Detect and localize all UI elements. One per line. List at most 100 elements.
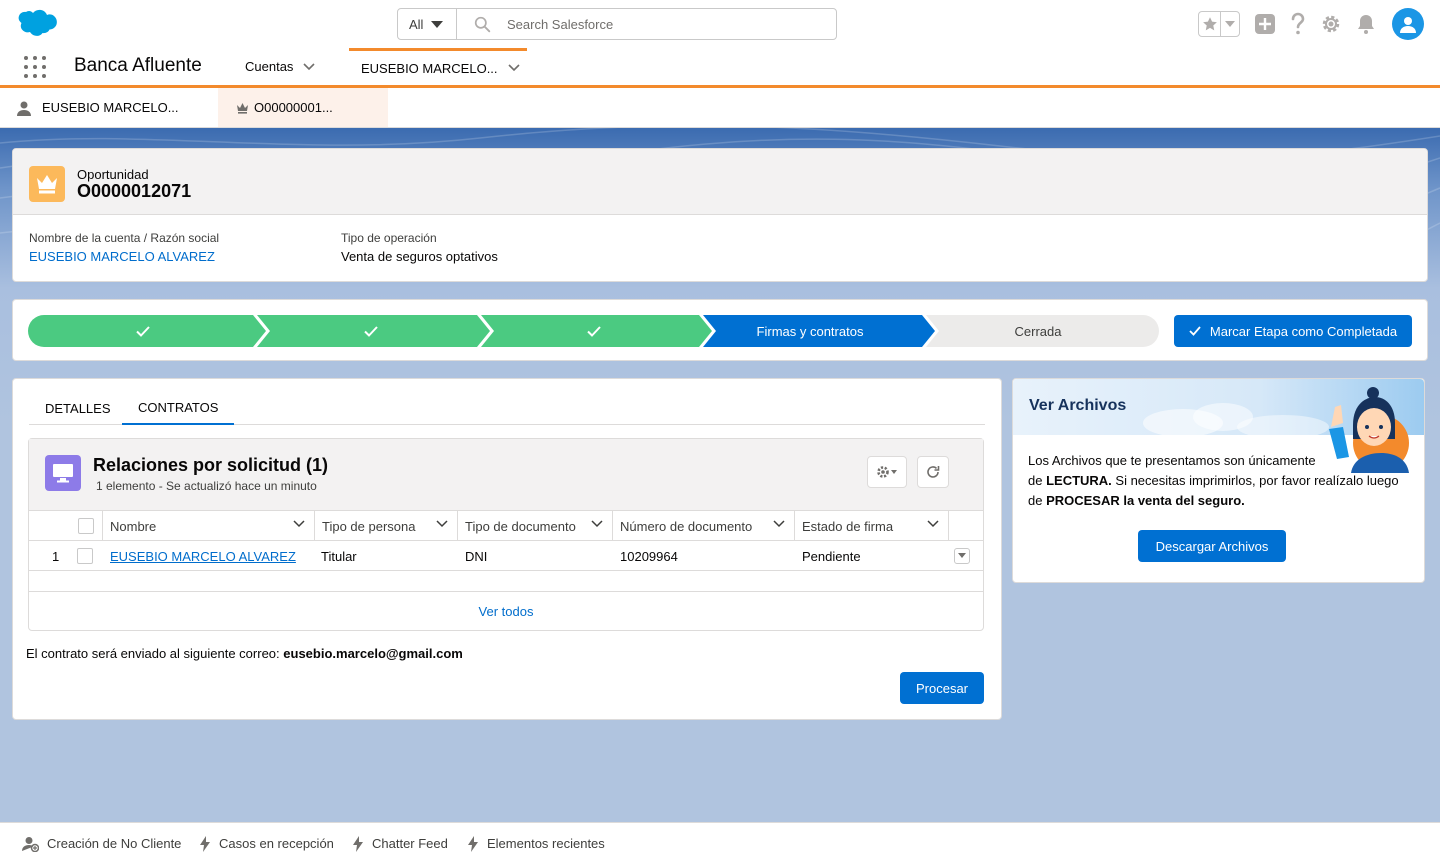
related-list-header: Relaciones por solicitud (1) 1 elemento … [29,439,983,511]
column-header-numero-documento[interactable]: Número de documento [613,511,795,541]
ver-archivos-title: Ver Archivos [1029,397,1127,414]
column-header-estado-firma[interactable]: Estado de firma [795,511,949,541]
nav-item-cuentas[interactable]: Cuentas [245,48,315,85]
person-icon [17,101,31,116]
tab-contratos[interactable]: CONTRATOS [122,391,235,425]
help-icon[interactable] [1286,12,1310,36]
descargar-archivos-button[interactable]: Descargar Archivos [1138,530,1286,562]
email-prefix: El contrato será enviado al siguiente co… [26,646,280,661]
check-icon [587,325,601,337]
highlights-header: Oportunidad O0000012071 [13,149,1427,215]
side-text-line1: Los Archivos que te presentamos son únic… [1028,453,1316,468]
path-step-3-complete[interactable] [483,315,705,347]
cell-tipo-documento: DNI [465,548,488,564]
path-step-2-complete[interactable] [258,315,483,347]
chevron-down-icon[interactable] [927,520,939,528]
path-step-1-complete[interactable] [28,315,258,347]
row-actions-menu[interactable] [954,548,970,564]
related-list-relaciones: Relaciones por solicitud (1) 1 elemento … [28,438,984,631]
account-link[interactable]: EUSEBIO MARCELO ALVAREZ [29,249,215,264]
mark-stage-complete-button[interactable]: Marcar Etapa como Completada [1174,315,1412,347]
chevron-down-icon[interactable] [293,520,305,528]
column-header-tipo-documento[interactable]: Tipo de documento [458,511,613,541]
select-all-checkbox[interactable] [69,511,103,541]
star-icon[interactable] [1199,12,1221,36]
contract-email-line: El contrato será enviado al siguiente co… [26,646,463,661]
chevron-down-icon [958,553,966,558]
tab-detalles[interactable]: DETALLES [45,391,111,425]
utility-bar: Creación de No Cliente Casos en recepció… [0,822,1440,863]
refresh-button[interactable] [917,456,949,488]
chevron-down-icon[interactable] [591,520,603,528]
procesar-button[interactable]: Procesar [900,672,984,704]
chevron-down-icon[interactable] [507,64,520,72]
related-list-subtitle: 1 elemento - Se actualizó hace un minuto [96,479,317,493]
path-step-current[interactable]: Firmas y contratos [705,315,915,347]
object-type-label: Oportunidad [77,167,149,182]
app-launcher-icon[interactable] [24,56,46,78]
utility-item-elementos-recientes[interactable]: Elementos recientes [467,823,605,863]
refresh-icon [927,466,940,478]
side-text-lectura: LECTURA. [1046,473,1112,488]
global-search: All Search Salesforce [397,8,837,40]
utility-item-label: Elementos recientes [487,836,605,851]
check-icon [363,325,378,337]
record-tabs: DETALLES CONTRATOS [29,391,985,425]
chevron-down-icon[interactable] [436,520,448,528]
utility-item-label: Creación de No Cliente [47,836,182,851]
record-name: O0000012071 [77,181,192,201]
subtab-opportunity[interactable]: O00000001... [218,88,388,127]
ver-archivos-text: Los Archivos que te presentamos son únic… [1028,451,1418,511]
main-tabs-card: DETALLES CONTRATOS Relaciones por solici… [12,378,1002,720]
nav-item-label: EUSEBIO MARCELO... [361,60,498,76]
chevron-down-icon [431,20,444,28]
subtab-account[interactable]: EUSEBIO MARCELO... [0,88,218,127]
ver-archivos-panel: Ver Archivos Los Archivos que te present… [1012,378,1425,583]
utility-item-casos-recepcion[interactable]: Casos en recepción [199,823,334,863]
chevron-down-icon[interactable] [303,62,315,71]
favorites-button[interactable] [1198,11,1240,37]
side-text-line2c: Si necesitas imprimirlos, por favor real… [1111,473,1399,488]
field-label-account: Nombre de la cuenta / Razón social [29,231,220,245]
table-row: 1 EUSEBIO MARCELO ALVAREZ Titular DNI 10… [29,541,983,571]
cell-estado-firma: Pendiente [802,548,861,564]
sales-path: Firmas y contratos Cerrada Marcar Etapa … [12,299,1428,361]
search-input[interactable]: Search Salesforce [457,9,836,39]
salesforce-logo[interactable] [16,9,58,39]
gear-icon[interactable] [1319,12,1343,36]
lightning-icon [200,835,210,852]
utility-item-chatter-feed[interactable]: Chatter Feed [352,823,448,863]
column-label: Número de documento [620,518,753,534]
utility-item-label: Chatter Feed [372,836,448,851]
utility-item-label: Casos en recepción [219,836,334,851]
user-avatar[interactable] [1392,8,1424,40]
view-all-link[interactable]: Ver todos [29,591,983,631]
list-settings-button[interactable] [867,456,907,488]
chevron-down-icon[interactable] [1221,12,1239,36]
path-step-cerrada[interactable]: Cerrada [933,315,1143,347]
gear-icon [877,466,897,478]
check-icon [1189,326,1201,336]
subtab-label: EUSEBIO MARCELO... [42,100,179,115]
mark-stage-complete-label: Marcar Etapa como Completada [1209,323,1398,339]
side-text-procesar: PROCESAR la venta del seguro. [1046,493,1245,508]
notification-bell-icon[interactable] [1354,12,1378,36]
ver-archivos-header: Ver Archivos [1013,379,1424,473]
opportunity-crown-icon [29,166,65,202]
search-icon [474,16,491,32]
search-scope-dropdown[interactable]: All [398,9,457,39]
column-label: Tipo de documento [465,518,576,534]
contract-email: eusebio.marcelo@gmail.com [283,646,463,661]
column-header-nombre[interactable]: Nombre [103,511,315,541]
utility-item-creacion-no-cliente[interactable]: Creación de No Cliente [22,823,181,863]
column-label: Estado de firma [802,518,894,534]
column-header-tipo-persona[interactable]: Tipo de persona [315,511,458,541]
row-checkbox[interactable] [77,541,93,571]
chevron-down-icon[interactable] [773,520,785,528]
contact-name-link[interactable]: EUSEBIO MARCELO ALVAREZ [110,541,296,571]
add-icon[interactable] [1253,12,1277,36]
side-text-line2a: de [1028,473,1047,488]
app-name: Banca Afluente [74,55,202,76]
subtab-label: O00000001... [254,100,333,115]
nav-item-eusebio[interactable]: EUSEBIO MARCELO... [349,48,527,85]
